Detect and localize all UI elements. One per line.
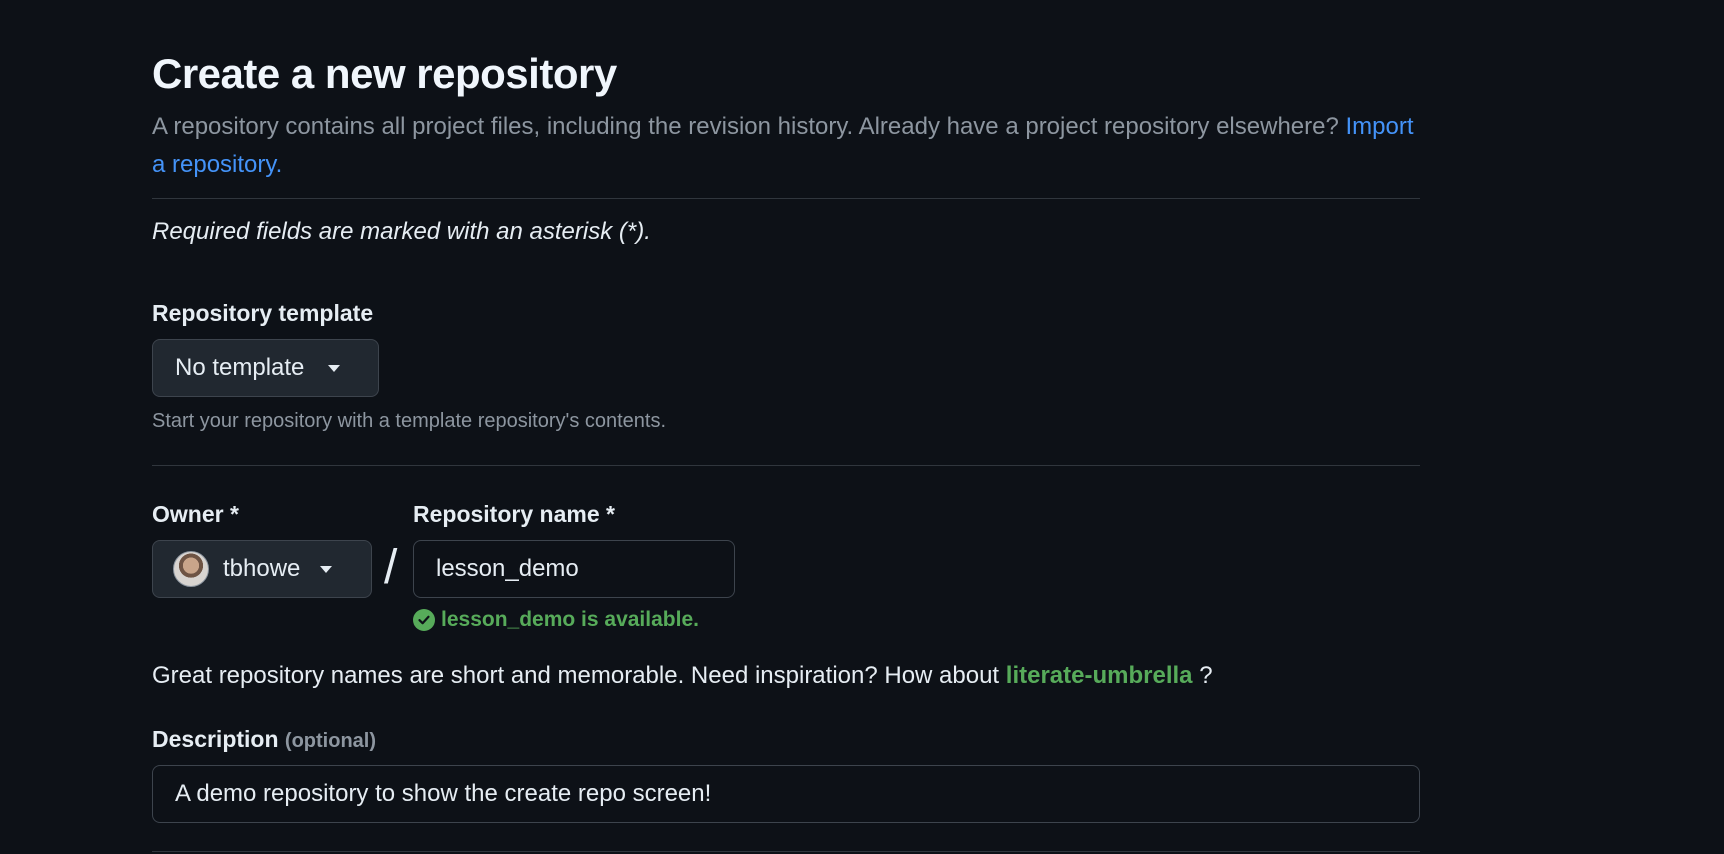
suggestion-text: Great repository names are short and mem… [152,662,1000,689]
availability-status: lesson_demo is available. [413,608,699,632]
header-divider [152,198,1420,199]
avatar [173,551,209,587]
owner-label: Owner * [152,501,239,527]
description-divider [152,851,1420,852]
repo-name-input[interactable]: lesson_demo [413,540,735,598]
check-circle-icon [413,609,435,631]
template-label: Repository template [152,300,374,326]
description-label-text: Description [152,726,279,752]
optional-tag: (optional) [284,730,377,752]
owner-dropdown-button[interactable]: tbhowe [152,540,372,598]
description-label: Description (optional) [152,726,376,753]
page-subtitle: A repository contains all project files,… [152,108,1420,184]
repo-name-value: lesson_demo [436,555,579,582]
description-input[interactable]: A demo repository to show the create rep… [152,765,1420,823]
template-dropdown-button[interactable]: No template [152,339,379,397]
owner-value: tbhowe [223,555,301,582]
description-value: A demo repository to show the create rep… [175,780,712,807]
suggestion-end: ? [1199,662,1213,689]
template-selected-value: No template [175,354,305,381]
availability-text: lesson_demo is available. [441,608,699,631]
name-suggestion: Great repository names are short and mem… [152,662,1213,690]
create-repo-page: Create a new repository A repository con… [0,0,1724,854]
subtitle-text: A repository contains all project files,… [152,113,1339,140]
chevron-down-icon [328,364,341,372]
repo-name-label: Repository name * [413,501,615,527]
template-hint: Start your repository with a template re… [152,410,667,432]
chevron-down-icon [320,565,333,573]
page-title: Create a new repository [152,50,617,97]
required-fields-note: Required fields are marked with an aster… [152,218,651,245]
owner-repo-separator: / [384,541,398,594]
template-divider [152,465,1420,466]
suggested-name-link[interactable]: literate-umbrella [1006,662,1193,689]
